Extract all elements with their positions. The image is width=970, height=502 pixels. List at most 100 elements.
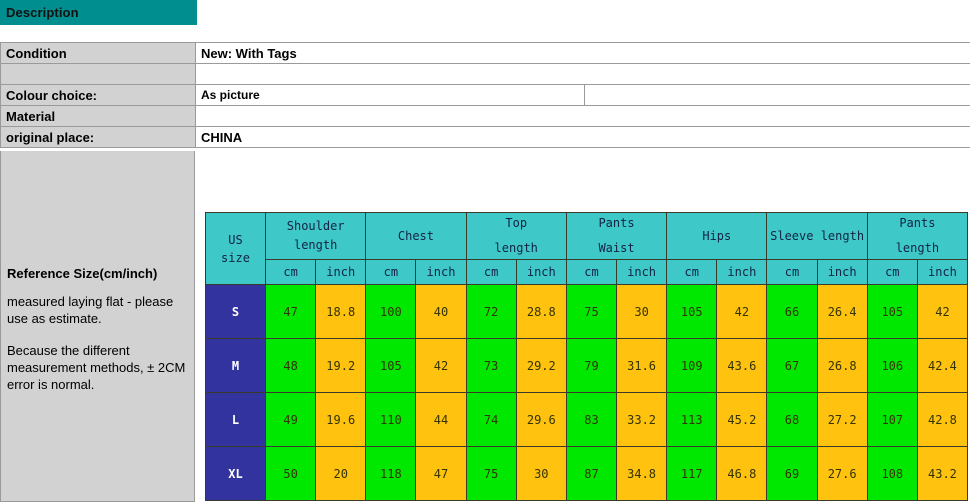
size-chart-cm-cell: 118 (365, 446, 417, 501)
size-chart-inch-cell: 46.8 (716, 446, 768, 501)
size-chart-inch-cell: 30 (515, 446, 567, 501)
size-chart-cm-cell: 87 (565, 446, 618, 501)
size-chart-size-cell: S (205, 284, 266, 339)
size-chart-inch-cell: 33.2 (616, 392, 668, 447)
size-chart-unit-header: inch (616, 259, 668, 285)
size-chart-inch-cell: 31.6 (616, 338, 668, 393)
item-specifics-row: Material (0, 105, 970, 127)
item-specifics-value (194, 63, 970, 85)
size-chart-unit-header: inch (916, 259, 969, 285)
size-chart-cm-cell: 106 (866, 338, 918, 393)
size-chart-inch-cell: 45.2 (716, 392, 768, 447)
group-header-line1: Shoulder (286, 219, 345, 233)
size-chart-inch-cell: 47 (415, 446, 467, 501)
group-header-line1: Pants (598, 216, 635, 230)
size-chart-area: US size Shoulder length Chest Top length Pants W… (197, 151, 970, 502)
size-chart-group-header: Top length (465, 212, 567, 260)
size-chart-inch-cell: 27.6 (816, 446, 868, 501)
item-specifics-value: New: With Tags (194, 42, 970, 64)
size-chart-inch-cell: 30 (616, 284, 668, 339)
size-chart-group-header: Chest (365, 212, 467, 260)
notes-inner: Reference Size(cm/inch) measured laying … (7, 266, 188, 408)
size-chart-unit-header: inch (515, 259, 567, 285)
size-chart-group-row: US size Shoulder length Chest Top length Pants W… (205, 212, 969, 285)
size-chart-unit-header: inch (716, 259, 768, 285)
size-chart-head: US size Shoulder length Chest Top length Pants W… (205, 212, 969, 285)
item-specifics-label: Condition (0, 42, 196, 64)
size-chart-cm-cell: 107 (866, 392, 918, 447)
item-specifics-body: Condition New: With Tags Colour choice: As … (0, 42, 970, 148)
size-chart-cm-cell: 47 (264, 284, 317, 339)
size-chart-us-size-header: US size (205, 212, 266, 285)
item-specifics-row: original place: CHINA (0, 126, 970, 148)
size-chart-unit-header: cm (666, 259, 718, 285)
size-chart-group-header: Hips (666, 212, 768, 260)
item-specifics-row: Condition New: With Tags (0, 42, 970, 64)
group-header-line2: length (494, 241, 538, 255)
size-chart-inch-cell: 26.4 (816, 284, 868, 339)
size-chart-inch-cell: 18.8 (315, 284, 367, 339)
item-specifics-label: original place: (0, 126, 196, 148)
size-chart-unit-header: cm (766, 259, 818, 285)
size-chart-inch-cell: 42 (716, 284, 768, 339)
size-chart-inch-cell: 28.8 (515, 284, 567, 339)
item-specifics-label (0, 63, 196, 85)
size-chart-group-header: Shoulder length (264, 212, 367, 260)
reference-size-notes-panel: Reference Size(cm/inch) measured laying … (0, 151, 195, 502)
notes-paragraph-1: measured laying flat - please use as est… (7, 294, 174, 326)
size-chart-cm-cell: 100 (365, 284, 417, 339)
description-tab[interactable]: Description (0, 0, 197, 25)
size-chart-group-header: Sleeve length (766, 212, 868, 260)
size-chart-size-cell: XL (205, 446, 266, 501)
item-specifics-label: Colour choice: (0, 84, 196, 106)
item-specifics-row (0, 63, 970, 85)
size-chart-cm-cell: 73 (465, 338, 517, 393)
group-header-line2: length (895, 241, 940, 255)
size-chart-row: S 47 18.8 100 40 72 28.8 75 30 105 42 66 26.4 105 42 (205, 284, 969, 339)
size-chart-unit-header: cm (866, 259, 918, 285)
size-chart-cm-cell: 72 (465, 284, 517, 339)
size-chart-cm-cell: 68 (766, 392, 818, 447)
size-chart-inch-cell: 43.2 (916, 446, 969, 501)
size-chart-cm-cell: 69 (766, 446, 818, 501)
group-header-line2: Waist (598, 241, 635, 255)
item-specifics-value: As picture (195, 84, 585, 106)
size-chart-unit-header: inch (415, 259, 467, 285)
size-chart-inch-cell: 42 (415, 338, 467, 393)
size-chart-unit-header: cm (264, 259, 317, 285)
notes-paragraph-2: Because the different measurement method… (7, 343, 186, 392)
size-chart-unit-row: cm inch cm inch cm inch cm inch cm inch cm inch cm in… (206, 259, 969, 285)
size-chart-cm-cell: 75 (465, 446, 517, 501)
item-specifics-value (194, 105, 970, 127)
size-chart-cm-cell: 105 (866, 284, 918, 339)
size-chart-cm-cell: 48 (264, 338, 317, 393)
size-chart-cm-cell: 83 (565, 392, 618, 447)
size-chart-inch-cell: 19.6 (315, 392, 367, 447)
size-chart-inch-cell: 29.2 (515, 338, 567, 393)
size-chart-cm-cell: 113 (666, 392, 718, 447)
description-tab-label: Description (6, 5, 79, 20)
notes-title: Reference Size(cm/inch) (7, 266, 158, 281)
size-chart-cm-cell: 109 (666, 338, 718, 393)
group-header-line1: Top (505, 216, 528, 230)
size-chart-inch-cell: 20 (315, 446, 367, 501)
item-specifics-row: Colour choice: As picture (0, 84, 970, 106)
group-header-line2: length (293, 238, 338, 252)
size-chart-size-cell: L (205, 392, 266, 447)
us-size-header-line1: US (228, 232, 243, 247)
item-specifics-label: Material (0, 105, 196, 127)
size-chart-table: US size Shoulder length Chest Top length Pants W… (205, 212, 969, 501)
size-chart-row: XL 50 20 118 47 75 30 87 34.8 117 46.8 69 27.6 108 43.… (205, 446, 969, 501)
size-chart-inch-cell: 29.6 (515, 392, 567, 447)
size-chart-size-cell: M (205, 338, 266, 393)
us-size-header-line2: size (221, 250, 250, 265)
size-chart-group-header: Pants length (866, 212, 969, 260)
size-chart-inch-cell: 27.2 (816, 392, 868, 447)
size-chart-unit-header: inch (816, 259, 868, 285)
size-chart-row: L 49 19.6 110 44 74 29.6 83 33.2 113 45.2 68 27.2 107… (205, 392, 969, 447)
size-chart-inch-cell: 19.2 (315, 338, 367, 393)
size-chart-unit-header: inch (315, 259, 367, 285)
group-header-line1: Sleeve length (770, 228, 865, 243)
size-chart-unit-header: cm (565, 259, 618, 285)
size-chart-cm-cell: 50 (264, 446, 317, 501)
